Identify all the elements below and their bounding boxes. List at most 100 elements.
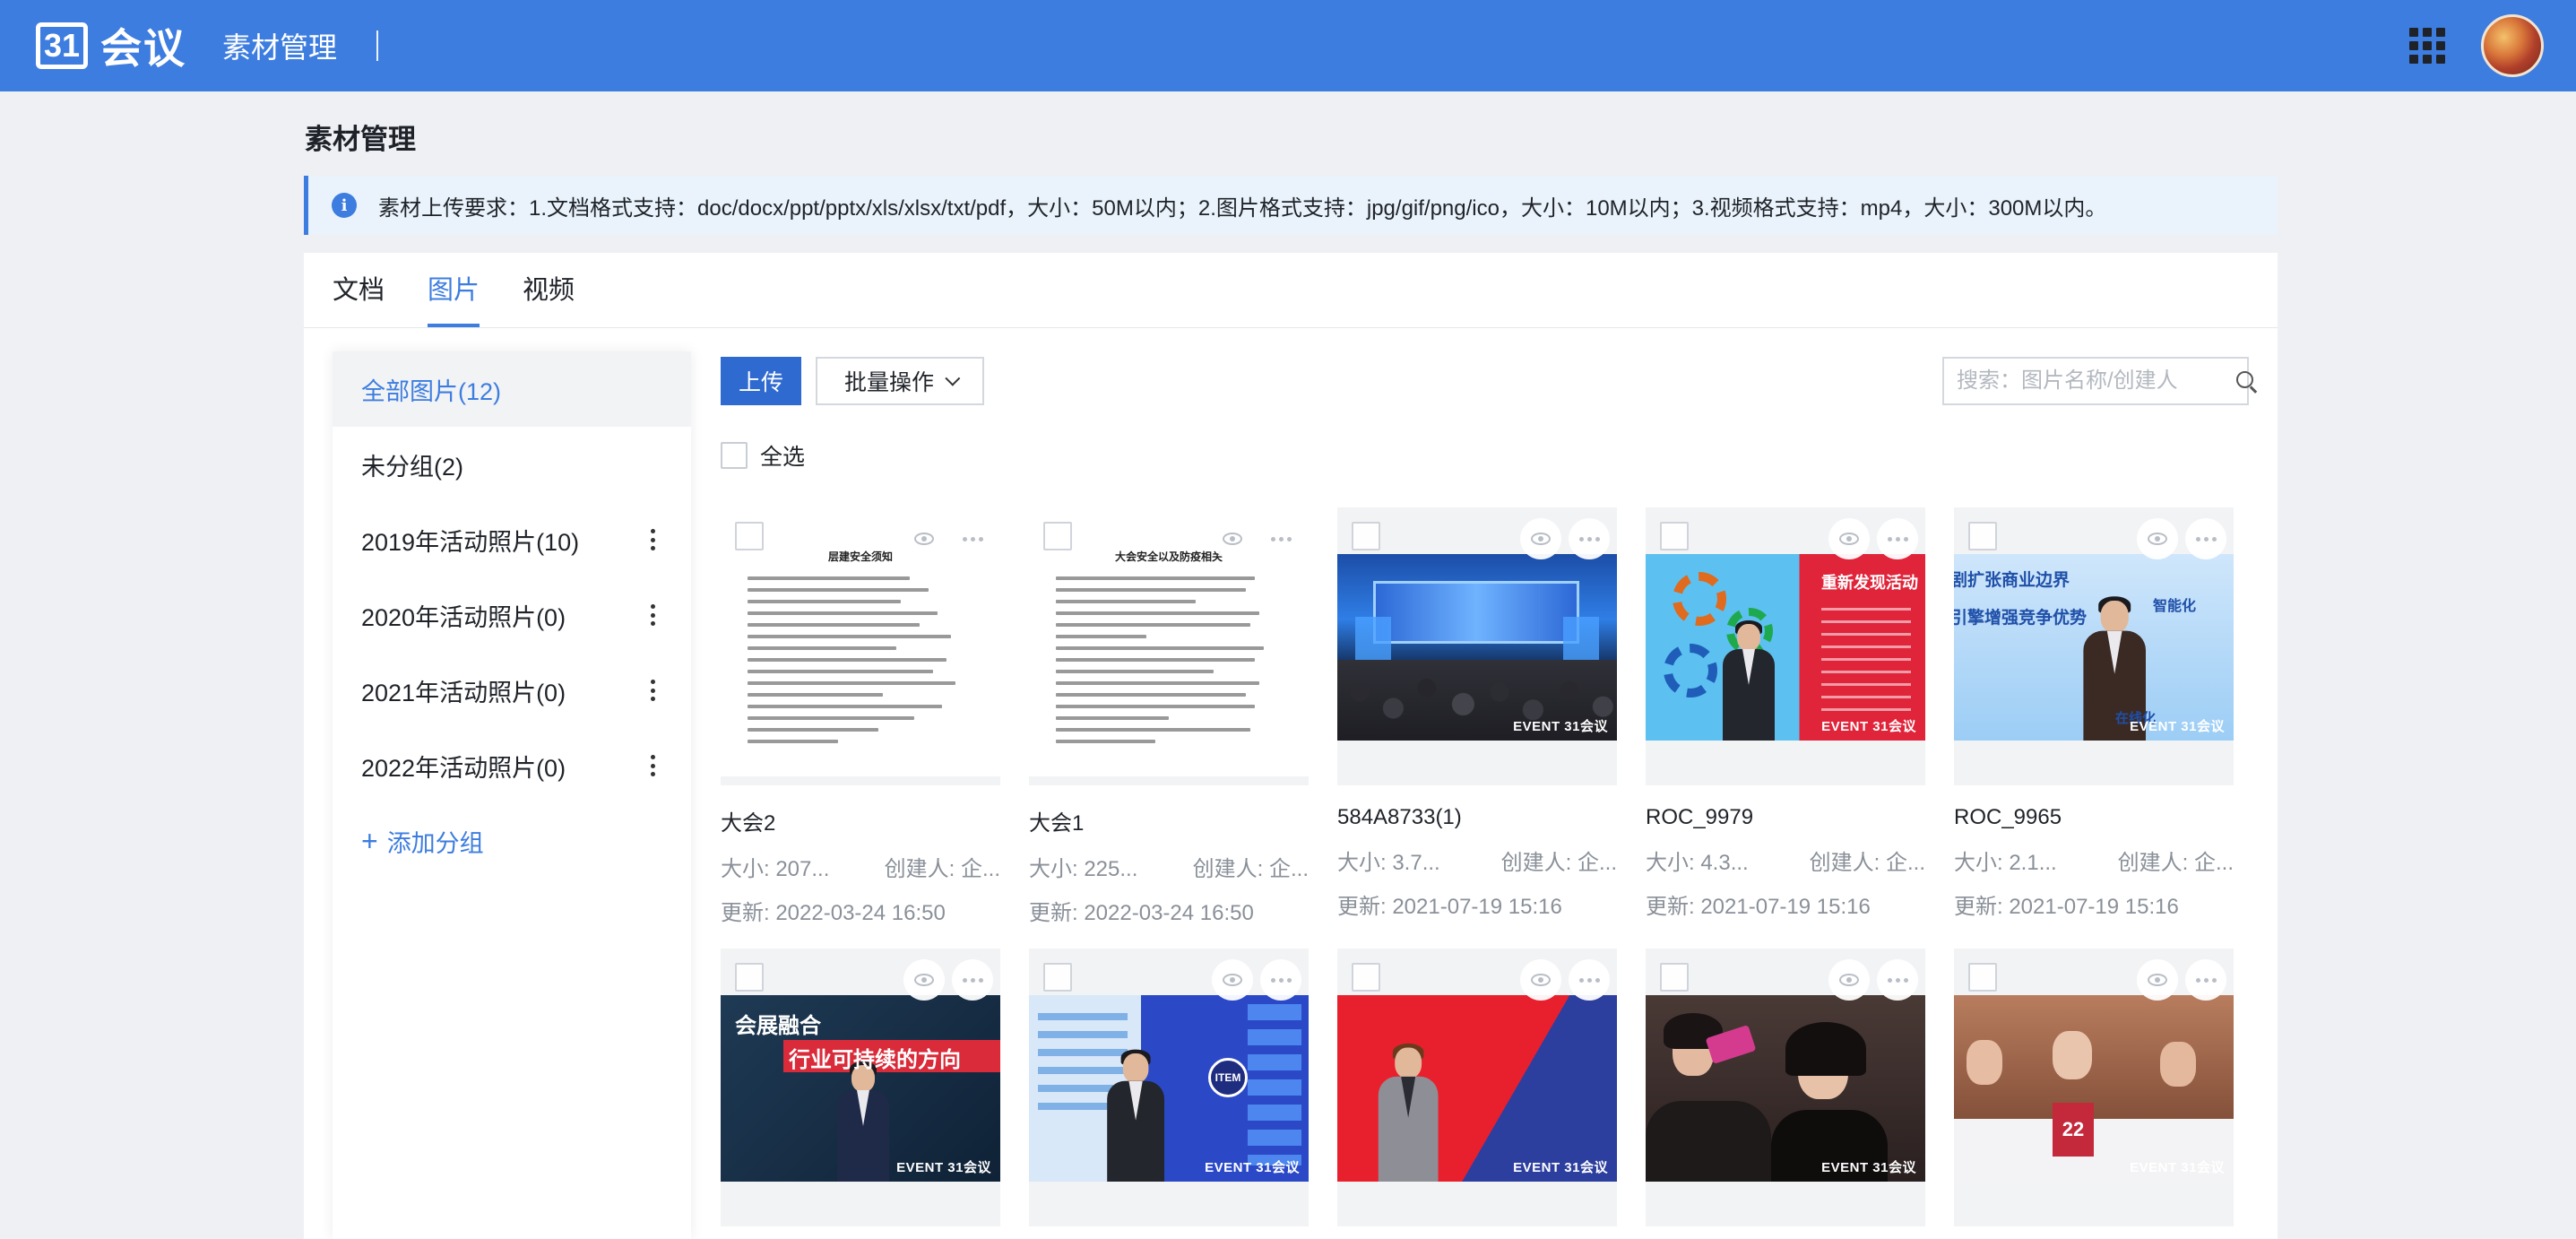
- search-box: [1942, 357, 2253, 405]
- more-horizontal-icon[interactable]: [952, 518, 993, 559]
- add-group-label: 添加分组: [386, 829, 484, 857]
- more-horizontal-icon[interactable]: [952, 959, 993, 1001]
- watermark-text: EVENT 31会议: [1821, 1160, 1916, 1175]
- card-checkbox[interactable]: [1660, 963, 1689, 992]
- more-horizontal-icon[interactable]: [1569, 518, 1610, 559]
- image-card[interactable]: EVENT 31会议: [1646, 949, 1925, 1226]
- add-group-button[interactable]: + 添加分组: [333, 803, 691, 879]
- tab-images[interactable]: 图片: [428, 253, 480, 327]
- slogan-text: 会展融合: [735, 1014, 821, 1038]
- card-updated: 更新: 2022-03-24 16:50: [721, 901, 946, 925]
- audience-photo: 22 EVENT 31会议: [1954, 995, 2234, 1182]
- tab-bar: 文档 图片 视频: [304, 253, 2278, 328]
- tab-documents[interactable]: 文档: [333, 253, 385, 327]
- image-card[interactable]: 大会安全以及防疫相关 大会1 大小: 225... 创建人: 企... 更新: …: [1029, 507, 1309, 926]
- card-thumbnail[interactable]: 大会安全以及防疫相关: [1029, 507, 1309, 785]
- image-card[interactable]: EVENT 31会议: [1337, 949, 1617, 1226]
- more-horizontal-icon[interactable]: [1877, 518, 1918, 559]
- group-label: 2021年活动照片(0): [361, 679, 566, 706]
- preview-eye-icon[interactable]: [2137, 959, 2178, 1001]
- card-checkbox[interactable]: [735, 522, 764, 550]
- image-card[interactable]: 剧扩张商业边界 引擎增强竞争优势 智能化 在线化 EVENT 31会议 ROC_…: [1954, 507, 2234, 920]
- info-icon: i: [332, 193, 357, 218]
- card-checkbox[interactable]: [1043, 963, 1072, 992]
- preview-eye-icon[interactable]: [1520, 959, 1561, 1001]
- grid-apps-icon[interactable]: [2409, 28, 2445, 64]
- card-thumbnail[interactable]: EVENT 31会议: [1337, 949, 1617, 1226]
- card-thumbnail[interactable]: 层建安全须知: [721, 507, 1000, 785]
- card-thumbnail[interactable]: 22 EVENT 31会议: [1954, 949, 2234, 1226]
- card-meta: 大小: 2.1... 创建人: 企...: [1954, 845, 2234, 876]
- preview-eye-icon[interactable]: [903, 959, 945, 1001]
- app-title: 素材管理: [222, 31, 338, 64]
- group-item-2021[interactable]: 2021年活动照片(0): [333, 653, 691, 728]
- card-meta: 大小: 3.7... 创建人: 企...: [1337, 845, 1617, 876]
- watermark-text: EVENT 31会议: [1821, 719, 1916, 734]
- card-creator: 创建人: 企...: [1500, 851, 1617, 875]
- more-vertical-icon[interactable]: [650, 529, 655, 550]
- app-logo[interactable]: 31 会议: [36, 16, 186, 75]
- group-label: 全部图片(12): [361, 377, 502, 405]
- card-checkbox[interactable]: [735, 963, 764, 992]
- batch-operations-dropdown[interactable]: 批量操作: [816, 357, 985, 405]
- image-card[interactable]: 会展融合 行业可持续的方向 EVENT 31会议: [721, 949, 1000, 1226]
- more-vertical-icon[interactable]: [650, 604, 655, 626]
- checkbox-box[interactable]: [721, 442, 748, 469]
- group-item-ungrouped[interactable]: 未分组(2): [333, 427, 691, 502]
- speaker-photo: EVENT 31会议: [1337, 995, 1617, 1182]
- card-thumbnail[interactable]: EVENT 31会议: [1337, 507, 1617, 785]
- preview-eye-icon[interactable]: [2137, 518, 2178, 559]
- batch-label: 批量操作: [844, 370, 935, 395]
- preview-eye-icon[interactable]: [1828, 959, 1870, 1001]
- image-card[interactable]: 重新发现活动 EVENT 31会议 ROC_9979 大小: 4.3... 创建…: [1646, 507, 1925, 920]
- search-input[interactable]: [1957, 368, 2235, 394]
- card-thumbnail[interactable]: ITEM EVENT 31会议: [1029, 949, 1309, 1226]
- card-size: 大小: 207...: [721, 857, 830, 881]
- chevron-down-icon: [945, 370, 961, 386]
- more-horizontal-icon[interactable]: [1260, 518, 1301, 559]
- page-title: 素材管理: [305, 124, 416, 155]
- image-card[interactable]: EVENT 31会议 584A8733(1) 大小: 3.7... 创建人: 企…: [1337, 507, 1617, 920]
- card-thumbnail[interactable]: 重新发现活动 EVENT 31会议: [1646, 507, 1925, 785]
- tab-videos[interactable]: 视频: [523, 253, 575, 327]
- card-thumbnail[interactable]: 会展融合 行业可持续的方向 EVENT 31会议: [721, 949, 1000, 1226]
- header-divider: [376, 30, 379, 61]
- card-updated: 更新: 2021-07-19 15:16: [1337, 895, 1562, 919]
- preview-eye-icon[interactable]: [1212, 959, 1253, 1001]
- more-vertical-icon[interactable]: [650, 755, 655, 776]
- toolbar: 上传 批量操作: [721, 357, 985, 405]
- card-checkbox[interactable]: [1043, 522, 1072, 550]
- image-card[interactable]: ITEM EVENT 31会议: [1029, 949, 1309, 1226]
- preview-eye-icon[interactable]: [903, 518, 945, 559]
- more-horizontal-icon[interactable]: [2185, 959, 2226, 1001]
- watermark-text: EVENT 31会议: [2130, 1160, 2225, 1175]
- image-card[interactable]: 层建安全须知 大会2 大小: 207... 创建人: 企... 更新: 2022…: [721, 507, 1000, 926]
- card-checkbox[interactable]: [1660, 522, 1689, 550]
- preview-eye-icon[interactable]: [1212, 518, 1253, 559]
- card-thumbnail[interactable]: 剧扩张商业边界 引擎增强竞争优势 智能化 在线化 EVENT 31会议: [1954, 507, 2234, 785]
- upload-button[interactable]: 上传: [721, 357, 802, 405]
- card-checkbox[interactable]: [1968, 522, 1997, 550]
- more-vertical-icon[interactable]: [650, 680, 655, 701]
- card-name: 大会1: [1029, 811, 1085, 836]
- group-item-all[interactable]: 全部图片(12): [333, 351, 691, 427]
- select-all-checkbox[interactable]: 全选: [721, 439, 805, 472]
- preview-eye-icon[interactable]: [1828, 518, 1870, 559]
- preview-eye-icon[interactable]: [1520, 518, 1561, 559]
- card-checkbox[interactable]: [1968, 963, 1997, 992]
- more-horizontal-icon[interactable]: [1877, 959, 1918, 1001]
- group-label: 未分组(2): [361, 453, 463, 481]
- more-horizontal-icon[interactable]: [2185, 518, 2226, 559]
- group-item-2020[interactable]: 2020年活动照片(0): [333, 577, 691, 653]
- more-horizontal-icon[interactable]: [1569, 959, 1610, 1001]
- card-meta: 大小: 225... 创建人: 企...: [1029, 851, 1309, 882]
- image-card[interactable]: 22 EVENT 31会议: [1954, 949, 2234, 1226]
- group-item-2019[interactable]: 2019年活动照片(10): [333, 502, 691, 577]
- user-avatar[interactable]: [2481, 14, 2544, 77]
- more-horizontal-icon[interactable]: [1260, 959, 1301, 1001]
- watermark-text: EVENT 31会议: [1205, 1160, 1300, 1175]
- card-checkbox[interactable]: [1352, 522, 1380, 550]
- group-item-2022[interactable]: 2022年活动照片(0): [333, 728, 691, 803]
- card-checkbox[interactable]: [1352, 963, 1380, 992]
- card-thumbnail[interactable]: EVENT 31会议: [1646, 949, 1925, 1226]
